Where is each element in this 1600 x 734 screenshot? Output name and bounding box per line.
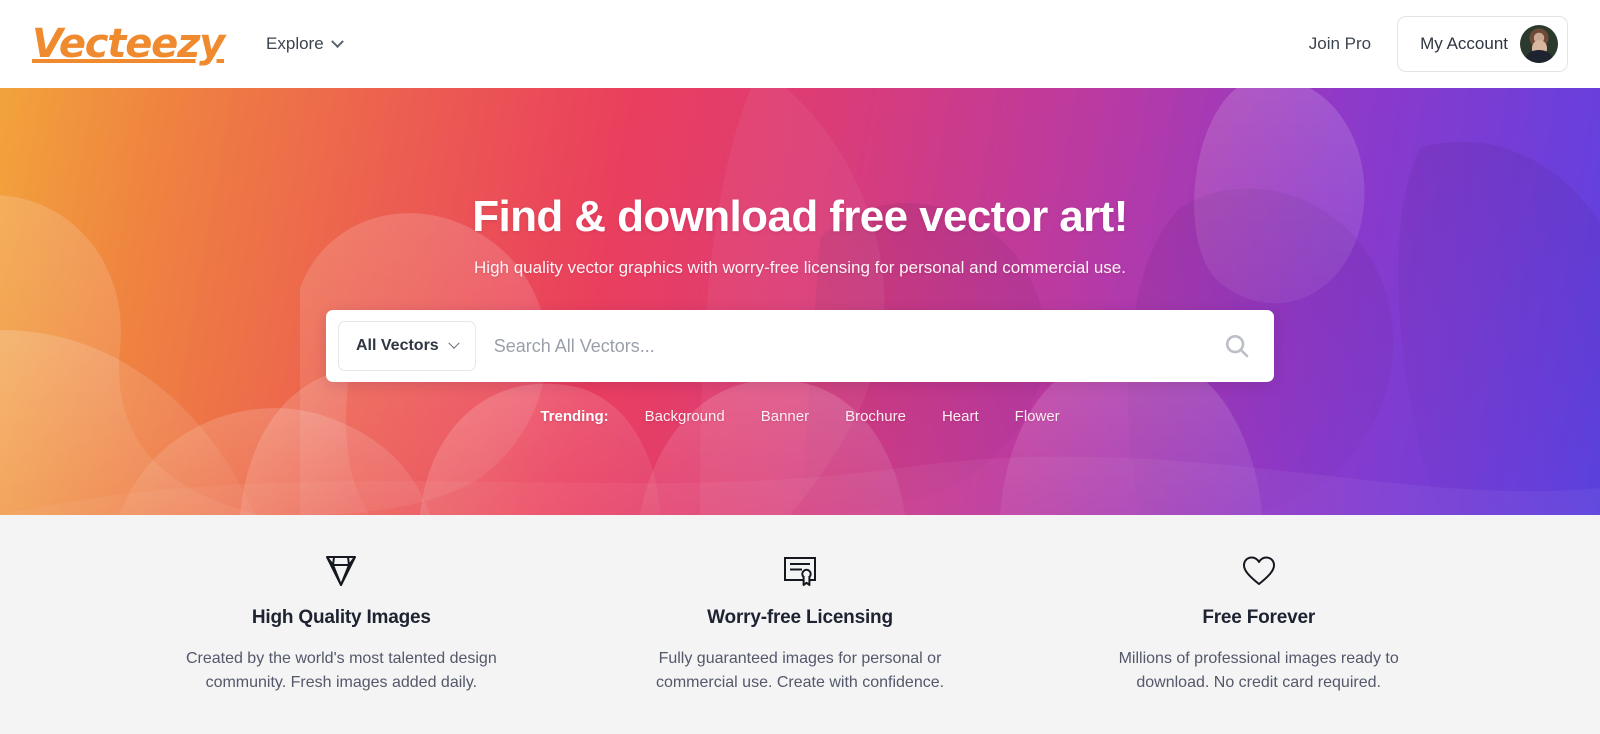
my-account-label: My Account	[1420, 34, 1508, 53]
heart-icon	[1239, 553, 1279, 589]
header-actions: Join Pro My Account	[1309, 16, 1568, 72]
feature-description: Fully guaranteed images for personal or …	[655, 650, 945, 691]
hero-content: Find & download free vector art! High qu…	[0, 88, 1600, 515]
trending-label: Trending:	[540, 408, 609, 425]
trending-link-brochure[interactable]: Brochure	[845, 408, 906, 425]
feature-high-quality-images: High Quality Images Created by the world…	[112, 553, 571, 734]
avatar	[1520, 25, 1558, 63]
search-bar: All Vectors	[326, 310, 1274, 382]
my-account-button[interactable]: My Account	[1397, 16, 1568, 72]
feature-title: Worry-free Licensing	[707, 607, 893, 628]
feature-description: Millions of professional images ready to…	[1118, 650, 1399, 691]
page-title: Find & download free vector art!	[472, 192, 1128, 241]
nav-explore-label: Explore	[266, 34, 324, 53]
hero-section: Find & download free vector art! High qu…	[0, 88, 1600, 515]
certificate-icon	[779, 553, 821, 589]
chevron-down-icon	[448, 337, 460, 349]
search-input[interactable]	[475, 335, 1210, 357]
vecteezy-logo[interactable]: Vecteezy	[32, 24, 225, 64]
nav-item-explore[interactable]: Explore	[266, 34, 344, 54]
trending-links: Trending: Background Banner Brochure Hea…	[540, 408, 1059, 425]
feature-title: High Quality Images	[251, 607, 431, 628]
search-category-value: All Vectors	[356, 337, 439, 354]
search-icon	[1225, 334, 1249, 358]
search-category-select[interactable]: All Vectors	[338, 321, 476, 371]
features-section: High Quality Images Created by the world…	[0, 515, 1600, 734]
trending-link-heart[interactable]: Heart	[942, 408, 979, 425]
hero-subtitle: High quality vector graphics with worry-…	[474, 258, 1126, 277]
chevron-down-icon	[330, 34, 344, 48]
feature-description: Created by the world's most talented des…	[185, 650, 497, 691]
trending-link-banner[interactable]: Banner	[761, 408, 809, 425]
diamond-icon	[321, 553, 361, 589]
trending-link-background[interactable]: Background	[645, 408, 725, 425]
site-header: Vecteezy Explore Join Pro My Account	[0, 0, 1600, 88]
feature-title: Free Forever	[1202, 607, 1316, 628]
feature-worry-free-licensing: Worry-free Licensing Fully guaranteed im…	[571, 553, 1030, 734]
feature-free-forever: Free Forever Millions of professional im…	[1029, 553, 1488, 734]
join-pro-link[interactable]: Join Pro	[1309, 34, 1371, 54]
trending-link-flower[interactable]: Flower	[1015, 408, 1060, 425]
search-submit-button[interactable]	[1210, 319, 1264, 373]
